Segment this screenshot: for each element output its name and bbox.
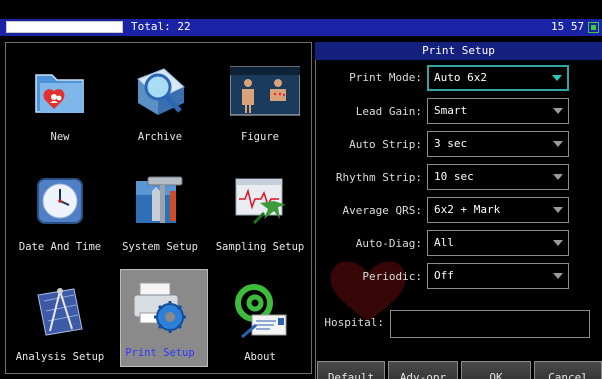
compass-icon — [30, 281, 90, 341]
menu-item-about[interactable]: About — [210, 263, 310, 369]
cancel-button[interactable]: Cancel — [534, 361, 602, 379]
menu-item-label: Sampling Setup — [215, 241, 305, 253]
menu-item-sampling-setup[interactable]: Sampling Setup — [210, 153, 310, 259]
action-buttons: Default Adv-opr OK Cancel — [316, 361, 602, 379]
panel-body: Print Mode: Auto 6x2 Lead Gain: Smart Au… — [315, 60, 602, 379]
sampling-icon — [230, 171, 290, 231]
tools-icon — [130, 171, 190, 231]
main-menu: New Archive Figure Date And Time System … — [5, 42, 312, 374]
menu-item-system-setup[interactable]: System Setup — [110, 153, 210, 259]
average-qrs-value: 6x2 + Mark — [434, 203, 501, 216]
menu-item-label: Analysis Setup — [15, 351, 105, 363]
folder-heart-icon — [30, 61, 90, 121]
hospital-input[interactable] — [390, 310, 590, 338]
lead-gain-label: Lead Gain: — [355, 105, 422, 118]
chevron-down-icon — [552, 75, 562, 81]
menu-item-label: Print Setup — [125, 347, 195, 359]
menu-item-date-and-time[interactable]: Date And Time — [10, 153, 110, 259]
menu-item-figure[interactable]: Figure — [210, 43, 310, 149]
menu-item-print-setup[interactable]: Print Setup — [110, 269, 210, 375]
ok-button[interactable]: OK — [461, 361, 531, 379]
total-count: Total: 22 — [131, 20, 191, 33]
print-mode-label: Print Mode: — [349, 71, 422, 84]
panel-title: Print Setup — [315, 42, 602, 60]
clock-icon — [30, 171, 90, 231]
rhythm-strip-value: 10 sec — [434, 170, 474, 183]
periodic-label: Periodic: — [362, 270, 422, 283]
auto-diag-label: Auto-Diag: — [355, 237, 422, 250]
menu-item-analysis-setup[interactable]: Analysis Setup — [10, 263, 110, 369]
rhythm-strip-select[interactable]: 10 sec — [427, 164, 569, 190]
menu-item-label: Archive — [137, 131, 183, 143]
figure-icon — [229, 61, 301, 121]
auto-strip-label: Auto Strip: — [349, 138, 422, 151]
chevron-down-icon — [553, 207, 563, 213]
average-qrs-select[interactable]: 6x2 + Mark — [427, 197, 569, 223]
chevron-down-icon — [553, 141, 563, 147]
menu-item-new[interactable]: New — [10, 43, 110, 149]
auto-diag-value: All — [434, 236, 454, 249]
menu-item-label: Date And Time — [18, 241, 102, 253]
auto-strip-value: 3 sec — [434, 137, 468, 150]
archive-search-icon — [130, 61, 190, 121]
average-qrs-label: Average QRS: — [342, 204, 422, 217]
default-button[interactable]: Default — [317, 361, 385, 379]
periodic-value: Off — [434, 269, 454, 282]
print-mode-value: Auto 6x2 — [434, 71, 487, 84]
chevron-down-icon — [553, 273, 563, 279]
battery-icon — [588, 22, 599, 33]
hospital-label: Hospital: — [324, 316, 384, 329]
adv-opr-button[interactable]: Adv-opr — [388, 361, 458, 379]
print-mode-select[interactable]: Auto 6x2 — [427, 65, 569, 91]
printer-gear-icon — [130, 277, 190, 337]
menu-item-archive[interactable]: Archive — [110, 43, 210, 149]
progress-bar — [6, 21, 123, 33]
menu-item-label: Figure — [241, 131, 279, 143]
print-setup-panel: Print Setup Print Mode: Auto 6x2 Lead Ga… — [315, 42, 602, 379]
chevron-down-icon — [553, 240, 563, 246]
menu-item-label: System Setup — [122, 241, 198, 253]
rhythm-strip-label: Rhythm Strip: — [335, 171, 422, 184]
menu-item-label: New — [50, 131, 70, 143]
lead-gain-select[interactable]: Smart — [427, 98, 569, 124]
email-at-icon — [230, 281, 290, 341]
auto-strip-select[interactable]: 3 sec — [427, 131, 569, 157]
status-bar: Total: 22 15 57 — [0, 0, 602, 38]
lead-gain-value: Smart — [434, 104, 468, 117]
periodic-select[interactable]: Off — [427, 263, 569, 289]
menu-item-label: About — [244, 351, 276, 363]
chevron-down-icon — [553, 108, 563, 114]
auto-diag-select[interactable]: All — [427, 230, 569, 256]
clock: 15 57 — [551, 20, 585, 33]
chevron-down-icon — [553, 174, 563, 180]
